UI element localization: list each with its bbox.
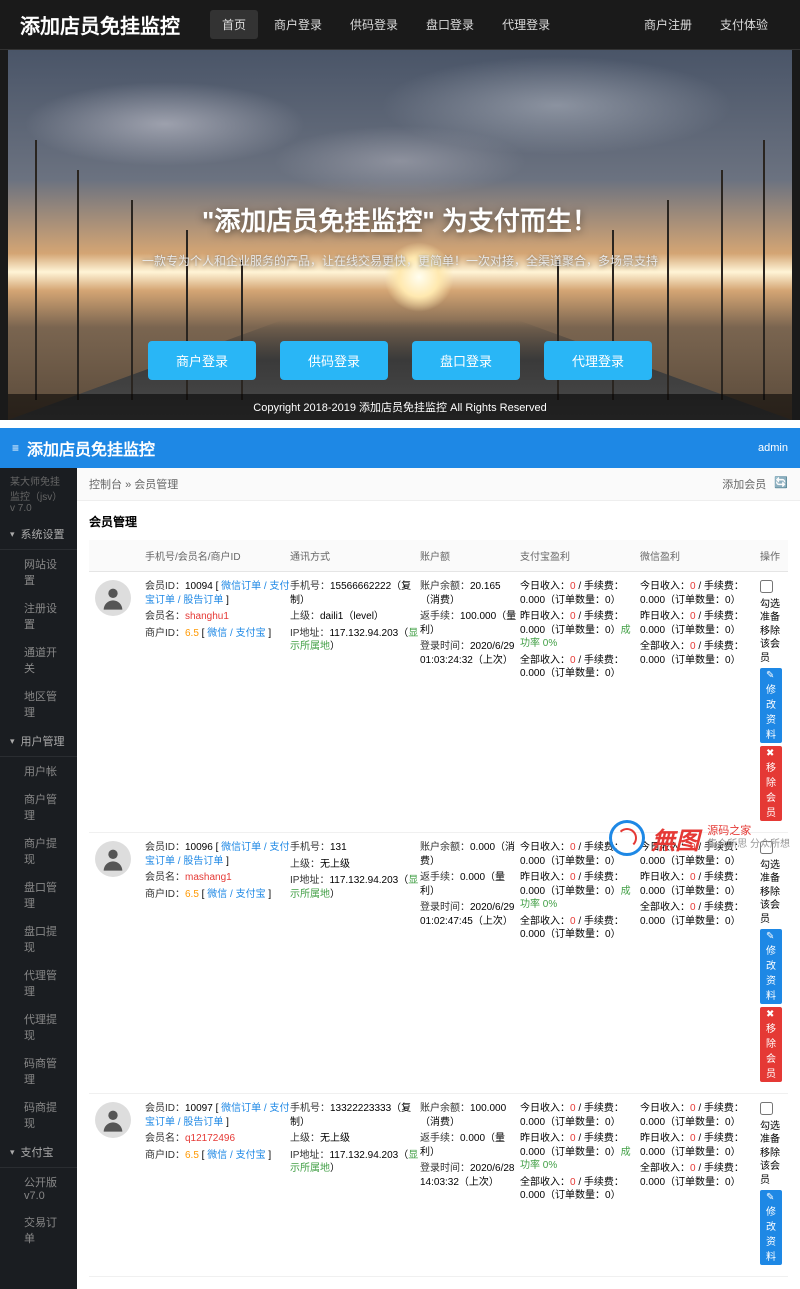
sidebar-item[interactable]: 用户帐 (0, 757, 77, 785)
sidebar-item[interactable]: 通道开关 (0, 638, 77, 682)
nav-merchant-register[interactable]: 商户注册 (632, 10, 704, 39)
sidebar-item[interactable]: 商户管理 (0, 785, 77, 829)
avatar (95, 841, 131, 877)
avatar (95, 580, 131, 616)
admin-section: ≡ 添加店员免挂监控 admin 某大师免挂监控（jsv）v 7.0 系统设置网… (0, 428, 800, 1289)
admin-header-title: 添加店员免挂监控 (27, 436, 155, 460)
hero-buttons: 商户登录 供码登录 盘口登录 代理登录 (8, 341, 792, 380)
watermark: 無图 源码之家 集众所思 分众所想 (609, 820, 790, 856)
edit-button[interactable]: ✎ 修改资料 (760, 929, 782, 1004)
nav-supply-login[interactable]: 供码登录 (338, 10, 410, 39)
hero: "添加店员免挂监控" 为支付而生！ 一款专为个人和企业服务的产品，让在线交易更快… (8, 50, 792, 420)
th-wechat: 微信盈利 (640, 548, 760, 563)
th-info: 手机号/会员名/商户ID (145, 548, 290, 563)
content: 会员管理 手机号/会员名/商户ID 通讯方式 账户额 支付宝盈利 微信盈利 操作… (77, 501, 800, 1289)
hero-title: "添加店员免挂监控" 为支付而生！ (202, 201, 598, 238)
topbar-nav: 首页 商户登录 供码登录 盘口登录 代理登录 (210, 10, 562, 39)
avatar (95, 1102, 131, 1138)
sidebar-item[interactable]: 码商提现 (0, 1093, 77, 1137)
table-row: 会员ID：10097 [ 微信订单 / 支付宝订单 / 股告订单 ] 会员名：q… (89, 1094, 788, 1277)
sidebar-item[interactable]: 地区管理 (0, 682, 77, 726)
sidebar-group[interactable]: 系统设置 (0, 519, 77, 550)
row-checkbox[interactable] (760, 580, 773, 593)
table-row: 会员ID：10096 [ 微信订单 / 支付宝订单 / 股告订单 ] 会员名：m… (89, 833, 788, 1094)
edit-button[interactable]: ✎ 修改资料 (760, 1190, 782, 1265)
th-contact: 通讯方式 (290, 548, 420, 563)
topbar-logo: 添加店员免挂监控 (20, 10, 180, 39)
watermark-brand: 無图 (651, 821, 699, 856)
edit-button[interactable]: ✎ 修改资料 (760, 668, 782, 743)
nav-merchant-login[interactable]: 商户登录 (262, 10, 334, 39)
watermark-line1: 源码之家 (707, 825, 790, 838)
nav-agent-login[interactable]: 代理登录 (490, 10, 562, 39)
sidebar-item[interactable]: 盘口提现 (0, 917, 77, 961)
sidebar-item[interactable]: 代理提现 (0, 1005, 77, 1049)
th-action: 操作 (760, 548, 782, 563)
admin-header: ≡ 添加店员免挂监控 admin (0, 428, 800, 468)
hero-subtitle: 一款专为个人和企业服务的产品，让在线交易更快，更简单！一次对接，全渠道聚合，多场… (142, 252, 658, 269)
watermark-logo-icon (609, 820, 645, 856)
menu-icon[interactable]: ≡ (12, 441, 19, 455)
row-checkbox[interactable] (760, 1102, 773, 1115)
sidebar-item[interactable]: 交易订单 (0, 1208, 77, 1252)
sidebar-group[interactable]: 用户管理 (0, 726, 77, 757)
topbar: 添加店员免挂监控 首页 商户登录 供码登录 盘口登录 代理登录 商户注册 支付体… (0, 0, 800, 50)
hero-btn-supply[interactable]: 供码登录 (280, 341, 388, 380)
breadcrumb: 控制台 » 会员管理 添加会员 🔄 (77, 468, 800, 501)
hero-btn-agent[interactable]: 代理登录 (544, 341, 652, 380)
topbar-right: 商户注册 支付体验 (632, 10, 780, 39)
sidebar-item[interactable]: 注册设置 (0, 594, 77, 638)
th-alipay: 支付宝盈利 (520, 548, 640, 563)
th-balance: 账户额 (420, 548, 520, 563)
table-head: 手机号/会员名/商户ID 通讯方式 账户额 支付宝盈利 微信盈利 操作 (89, 540, 788, 572)
landing-section: 添加店员免挂监控 首页 商户登录 供码登录 盘口登录 代理登录 商户注册 支付体… (0, 0, 800, 420)
nav-pay-experience[interactable]: 支付体验 (708, 10, 780, 39)
delete-button[interactable]: ✖ 移除会员 (760, 746, 782, 821)
watermark-line2: 集众所思 分众所想 (707, 839, 790, 851)
sidebar-item[interactable]: 代理管理 (0, 961, 77, 1005)
hero-btn-merchant[interactable]: 商户登录 (148, 341, 256, 380)
sidebar-item[interactable]: 商户提现 (0, 829, 77, 873)
hero-btn-panel[interactable]: 盘口登录 (412, 341, 520, 380)
breadcrumb-current: 会员管理 (134, 479, 178, 491)
refresh-icon[interactable]: 🔄 (774, 476, 788, 492)
sidebar-item[interactable]: 码商管理 (0, 1049, 77, 1093)
sidebar-item[interactable]: 公开版 v7.0 (0, 1168, 77, 1208)
panel-title: 会员管理 (89, 513, 788, 530)
table-row: 会员ID：10094 [ 微信订单 / 支付宝订单 / 股告订单 ] 会员名：s… (89, 572, 788, 833)
breadcrumb-root[interactable]: 控制台 (89, 479, 122, 491)
admin-body: 某大师免挂监控（jsv）v 7.0 系统设置网站设置注册设置通道开关地区管理用户… (0, 468, 800, 1289)
sidebar-item[interactable]: 盘口管理 (0, 873, 77, 917)
sidebar-item[interactable]: 网站设置 (0, 550, 77, 594)
sidebar-subtitle: 某大师免挂监控（jsv）v 7.0 (0, 468, 77, 519)
nav-home[interactable]: 首页 (210, 10, 258, 39)
delete-button[interactable]: ✖ 移除会员 (760, 1007, 782, 1082)
hero-footer: Copyright 2018-2019 添加店员免挂监控 All Rights … (8, 394, 792, 420)
sidebar-group[interactable]: 支付宝 (0, 1137, 77, 1168)
nav-panel-login[interactable]: 盘口登录 (414, 10, 486, 39)
add-member-link[interactable]: 添加会员 (722, 476, 766, 492)
sidebar: 某大师免挂监控（jsv）v 7.0 系统设置网站设置注册设置通道开关地区管理用户… (0, 468, 77, 1289)
admin-header-user[interactable]: admin (758, 442, 788, 454)
main: 控制台 » 会员管理 添加会员 🔄 会员管理 手机号/会员名/商户ID 通讯方式… (77, 468, 800, 1289)
